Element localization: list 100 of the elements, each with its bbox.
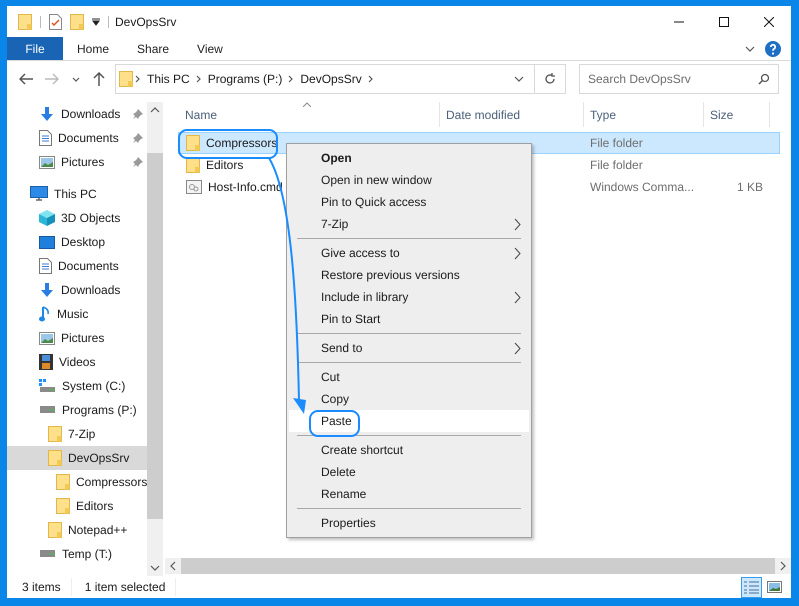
address-bar[interactable]: This PC Programs (P:) DevOpsSrv (115, 64, 535, 94)
menu-item[interactable]: Delete (289, 461, 529, 483)
music-note-icon (39, 306, 51, 322)
column-header[interactable]: Size (704, 102, 770, 127)
folder-icon (48, 426, 62, 442)
close-icon (764, 16, 774, 26)
nav-item[interactable]: Programs (P:) (7, 398, 147, 422)
picture-icon (39, 156, 55, 168)
film-strip-icon (39, 354, 53, 370)
menu-item[interactable]: Pin to Quick access (289, 191, 529, 213)
download-arrow-icon (39, 282, 55, 298)
menu-item[interactable]: Cut (289, 366, 529, 388)
column-header[interactable]: Name (165, 102, 440, 127)
menu-item[interactable]: Create shortcut (289, 439, 529, 461)
checklist-icon[interactable] (49, 14, 62, 30)
menu-item[interactable]: Open (289, 147, 529, 169)
file-size: 1 KB (736, 180, 763, 194)
nav-item[interactable]: Music (7, 302, 147, 326)
menu-item[interactable]: Give access to (289, 242, 529, 264)
ribbon-tab[interactable]: Share (123, 37, 184, 60)
folder-icon (70, 14, 84, 30)
file-type: Windows Comma... (590, 180, 694, 194)
nav-item[interactable]: This PC (7, 182, 147, 206)
nav-item[interactable]: Compressors (7, 470, 147, 494)
nav-item[interactable]: Documents (7, 254, 147, 278)
folder-icon (48, 522, 62, 538)
document-icon (39, 130, 52, 146)
submenu-chevron-icon (514, 290, 521, 304)
chevron-down-icon (745, 44, 755, 54)
file-tab[interactable]: File (7, 37, 63, 60)
cube-icon (39, 210, 55, 226)
details-view-button[interactable] (741, 576, 762, 598)
search-field[interactable]: Search DevOpsSrv (579, 64, 779, 94)
column-header[interactable]: Date modified (440, 102, 584, 127)
nav-item[interactable]: DevOpsSrv (7, 446, 147, 470)
nav-item[interactable]: 7-Zip (7, 422, 147, 446)
dropdown-caret-icon[interactable] (92, 18, 100, 26)
breadcrumb-item[interactable]: DevOpsSrv (296, 70, 366, 88)
drive-icon (39, 379, 56, 393)
up-arrow-icon[interactable] (93, 72, 105, 86)
nav-item[interactable]: Videos (7, 350, 147, 374)
submenu-chevron-icon (514, 246, 521, 260)
document-icon (39, 258, 52, 274)
file-type: File folder (590, 136, 643, 150)
nav-item[interactable]: 3D Objects (7, 206, 147, 230)
menu-item[interactable]: Restore previous versions (289, 264, 529, 286)
folder-icon (186, 135, 200, 151)
nav-item[interactable]: Notepad++ (7, 518, 147, 542)
download-arrow-icon (39, 106, 55, 122)
help-icon[interactable] (765, 40, 781, 56)
menu-item[interactable]: Properties (289, 512, 529, 534)
menu-item[interactable]: Include in library (289, 286, 529, 308)
folder-icon (56, 474, 70, 490)
nav-item[interactable]: Temp (T:) (7, 542, 147, 566)
nav-item[interactable]: System (C:) (7, 374, 147, 398)
ribbon-tab[interactable]: Home (63, 37, 124, 60)
item-count: 3 items (22, 578, 72, 596)
search-icon (758, 73, 770, 85)
file-name: Compressors (206, 135, 278, 152)
menu-item[interactable]: Pin to Start (289, 308, 529, 330)
highlight-outline (309, 410, 360, 437)
refresh-button[interactable] (535, 64, 566, 94)
nav-item[interactable]: Downloads (7, 102, 147, 126)
scroll-down-icon (150, 563, 160, 573)
breadcrumb-item[interactable]: This PC (143, 70, 194, 88)
nav-item[interactable]: Desktop (7, 230, 147, 254)
drive-icon (39, 406, 56, 414)
scroll-left-icon (168, 561, 178, 571)
scroll-up-icon (150, 105, 160, 115)
nav-item[interactable]: Documents (7, 126, 147, 150)
history-dropdown-icon (514, 74, 524, 84)
menu-item[interactable]: Send to (289, 337, 529, 359)
folder-icon (18, 14, 32, 30)
submenu-chevron-icon (514, 342, 521, 354)
monitor-icon (30, 186, 48, 202)
selection-status: 1 item selected (72, 578, 176, 596)
refresh-icon (544, 73, 556, 85)
submenu-chevron-icon (514, 218, 521, 230)
nav-item[interactable]: Editors (7, 494, 147, 518)
menu-item[interactable]: Open in new window (289, 169, 529, 191)
menu-item[interactable]: Paste (289, 410, 529, 432)
sort-ascending-icon (303, 102, 311, 107)
scrollbar-thumb[interactable] (147, 153, 163, 519)
column-header[interactable]: Type (584, 102, 704, 127)
menu-item[interactable]: Rename (289, 483, 529, 505)
menu-item[interactable]: Copy (289, 388, 529, 410)
window-title: DevOpsSrv (115, 14, 176, 30)
breadcrumb-item[interactable]: Programs (P:) (204, 70, 286, 88)
scroll-right-icon (778, 561, 788, 571)
desktop-icon (39, 236, 55, 248)
menu-item[interactable]: 7-Zip (289, 213, 529, 235)
back-arrow-icon[interactable] (19, 73, 33, 85)
nav-item[interactable]: Downloads (7, 278, 147, 302)
folder-icon (56, 498, 70, 514)
nav-item[interactable]: Pictures (7, 326, 147, 350)
nav-item[interactable]: Pictures (7, 150, 147, 174)
maximize-icon (718, 16, 728, 26)
vertical-scrollbar[interactable] (147, 102, 163, 576)
file-name: Editors (206, 157, 244, 174)
ribbon-tab[interactable]: View (183, 37, 237, 60)
